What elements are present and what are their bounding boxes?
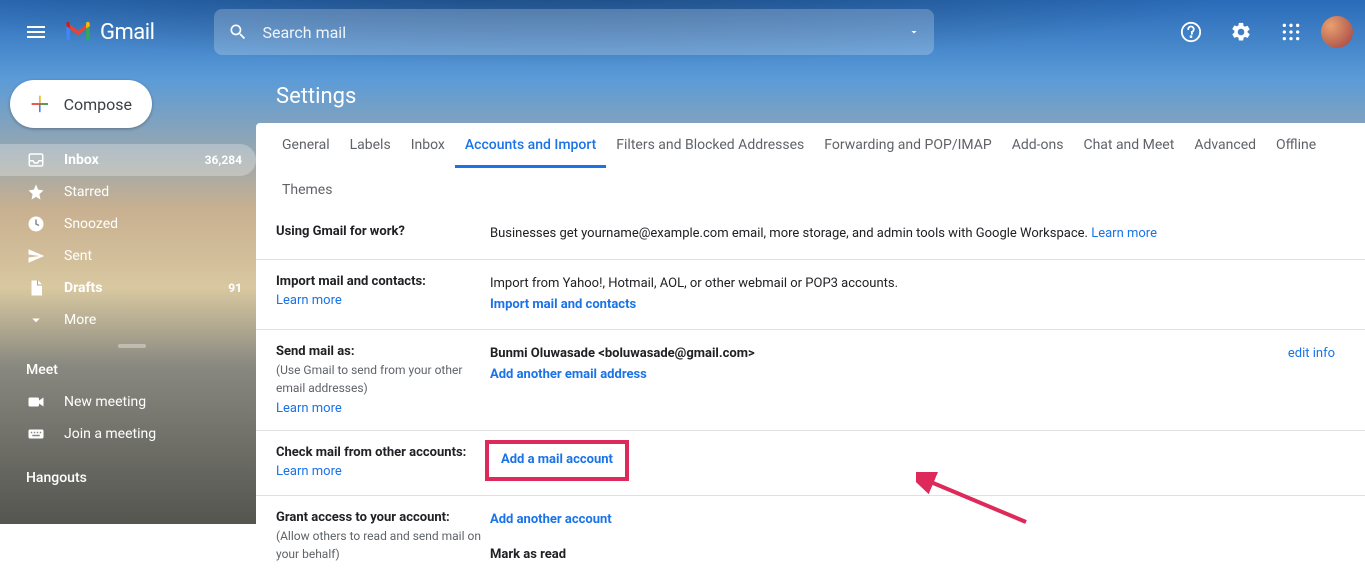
sidebar-item-drafts[interactable]: Drafts 91 <box>0 272 256 304</box>
highlight-annotation: Add a mail account <box>485 440 629 481</box>
meet-section-title: Meet <box>0 354 256 386</box>
section-send-mail-as: Send mail as: (Use Gmail to send from yo… <box>256 330 1365 431</box>
account-avatar[interactable] <box>1321 16 1353 48</box>
search-options-icon[interactable] <box>908 26 920 38</box>
sidebar-item-label: Snoozed <box>64 216 118 232</box>
sidebar-item-label: Join a meeting <box>64 426 156 442</box>
section-title: Using Gmail for work? <box>276 224 490 239</box>
section-subtext: (Use Gmail to send from your other email… <box>276 361 490 397</box>
sidebar-item-inbox[interactable]: Inbox 36,284 <box>0 144 256 176</box>
inbox-icon <box>26 150 46 170</box>
add-mail-account-link[interactable]: Add a mail account <box>501 452 613 467</box>
add-another-account-link[interactable]: Add another account <box>490 510 1345 531</box>
tab-offline[interactable]: Offline <box>1266 123 1326 168</box>
search-box[interactable] <box>214 9 934 55</box>
sidebar-item-label: Starred <box>64 184 109 200</box>
edit-info-link[interactable]: edit info <box>1288 344 1345 416</box>
tab-themes[interactable]: Themes <box>272 168 342 210</box>
chevron-down-icon <box>26 310 46 330</box>
apps-grid-icon <box>1281 22 1301 42</box>
gear-icon <box>1230 21 1252 43</box>
hangouts-section-title: Hangouts <box>0 462 256 494</box>
main-menu-button[interactable] <box>12 8 60 56</box>
settings-button[interactable] <box>1221 12 1261 52</box>
section-title: Import mail and contacts: <box>276 274 490 289</box>
learn-more-link[interactable]: Learn more <box>276 293 490 308</box>
compose-label: Compose <box>64 95 132 114</box>
add-email-address-link[interactable]: Add another email address <box>490 365 1288 386</box>
tab-general[interactable]: General <box>272 123 340 168</box>
sidebar-item-more[interactable]: More <box>0 304 256 336</box>
plus-icon <box>30 94 50 114</box>
sidebar-item-count: 91 <box>228 281 242 295</box>
logo-text: Gmail <box>100 20 154 45</box>
tab-forwarding[interactable]: Forwarding and POP/IMAP <box>814 123 1001 168</box>
tab-filters[interactable]: Filters and Blocked Addresses <box>606 123 814 168</box>
sidebar-item-starred[interactable]: Starred <box>0 176 256 208</box>
section-body-text: Import from Yahoo!, Hotmail, AOL, or oth… <box>490 274 1345 295</box>
send-icon <box>26 246 46 266</box>
meet-new-meeting[interactable]: New meeting <box>0 386 256 418</box>
section-grant-access: Grant access to your account: (Allow oth… <box>256 496 1365 580</box>
page-title: Settings <box>256 64 1365 123</box>
section-subtext: (Allow others to read and send mail on y… <box>276 527 490 563</box>
section-body-text: Businesses get yourname@example.com emai… <box>490 226 1091 241</box>
clock-icon <box>26 214 46 234</box>
tab-chat-meet[interactable]: Chat and Meet <box>1073 123 1184 168</box>
sidebar-item-count: 36,284 <box>205 153 242 167</box>
sidebar-item-sent[interactable]: Sent <box>0 240 256 272</box>
sidebar-item-label: Inbox <box>64 152 99 168</box>
import-mail-contacts-link[interactable]: Import mail and contacts <box>490 295 1345 316</box>
gmail-logo-icon <box>64 21 92 43</box>
learn-more-link[interactable]: Learn more <box>1091 226 1157 241</box>
keyboard-icon <box>26 424 46 444</box>
support-button[interactable] <box>1171 12 1211 52</box>
sidebar-item-label: Drafts <box>64 280 102 296</box>
sidebar-item-label: More <box>64 312 96 328</box>
search-icon <box>228 22 248 42</box>
section-import-mail: Import mail and contacts: Learn more Imp… <box>256 260 1365 331</box>
gmail-logo[interactable]: Gmail <box>64 20 154 45</box>
learn-more-link[interactable]: Learn more <box>276 464 490 479</box>
star-icon <box>26 182 46 202</box>
section-title: Send mail as: <box>276 344 490 359</box>
search-input[interactable] <box>262 23 908 42</box>
section-title: Grant access to your account: <box>276 510 490 525</box>
resize-handle[interactable] <box>118 344 146 348</box>
nav-list: Inbox 36,284 Starred Snoozed Sent Drafts… <box>0 144 256 336</box>
compose-button[interactable]: Compose <box>10 80 152 128</box>
tab-addons[interactable]: Add-ons <box>1002 123 1074 168</box>
meet-join-meeting[interactable]: Join a meeting <box>0 418 256 450</box>
help-icon <box>1180 21 1202 43</box>
apps-button[interactable] <box>1271 12 1311 52</box>
tab-accounts-import[interactable]: Accounts and Import <box>455 123 606 168</box>
sidebar-item-label: New meeting <box>64 394 146 410</box>
settings-tabs: General Labels Inbox Accounts and Import… <box>256 123 1365 210</box>
section-title: Check mail from other accounts: <box>276 445 490 460</box>
email-identity: Bunmi Oluwasade <boluwasade@gmail.com> <box>490 344 1288 365</box>
mark-as-read-text: Mark as read <box>490 545 1345 566</box>
tab-labels[interactable]: Labels <box>340 123 401 168</box>
video-icon <box>26 392 46 412</box>
section-check-mail: Check mail from other accounts: Learn mo… <box>256 431 1365 496</box>
tab-advanced[interactable]: Advanced <box>1184 123 1266 168</box>
learn-more-link[interactable]: Learn more <box>276 401 490 416</box>
sidebar-item-snoozed[interactable]: Snoozed <box>0 208 256 240</box>
section-using-gmail-work: Using Gmail for work? Businesses get you… <box>256 210 1365 260</box>
tab-inbox[interactable]: Inbox <box>401 123 455 168</box>
file-icon <box>26 278 46 298</box>
settings-panel: General Labels Inbox Accounts and Import… <box>256 123 1365 580</box>
sidebar-item-label: Sent <box>64 248 92 264</box>
